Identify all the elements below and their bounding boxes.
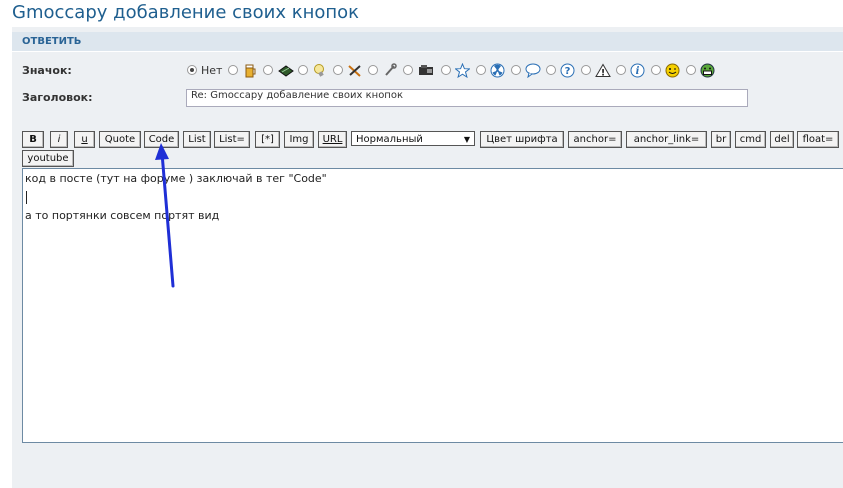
icon-radio-grin[interactable] — [686, 65, 697, 75]
quote-button[interactable]: Quote — [99, 131, 141, 148]
text-cursor — [26, 191, 27, 204]
wink-smiley-icon[interactable] — [665, 63, 680, 78]
bulb-icon[interactable] — [312, 63, 327, 78]
svg-text:!: ! — [601, 68, 605, 78]
subject-value: Re: Gmoccapy добавление своих кнопок — [191, 90, 404, 101]
icon-radio-radioactive[interactable] — [476, 65, 487, 75]
page-title: Gmoccapy добавление своих кнопок — [12, 2, 360, 23]
icon-radio-tools[interactable] — [333, 65, 344, 75]
bold-button[interactable]: B — [22, 131, 44, 148]
icon-radio-wrench[interactable] — [368, 65, 379, 75]
float-button[interactable]: float= — [797, 131, 839, 148]
icon-radio-none[interactable] — [187, 65, 197, 75]
message-line-2: а то портянки совсем портят вид — [25, 209, 220, 222]
reply-panel: ОТВЕТИТЬ Значок: Нет ? ! i Заголовок: Re… — [12, 27, 843, 488]
radioactive-icon[interactable] — [490, 63, 505, 78]
icon-none-label: Нет — [201, 63, 223, 77]
icon-radio-speech[interactable] — [511, 65, 522, 75]
anchor-link-button[interactable]: anchor_link= — [626, 131, 707, 148]
svg-text:?: ? — [565, 66, 571, 77]
wrench-icon[interactable] — [382, 62, 397, 78]
machine-icon[interactable] — [417, 63, 435, 78]
grin-smiley-icon[interactable] — [700, 63, 715, 78]
svg-text:i: i — [636, 66, 640, 77]
font-size-select-value: Нормальный — [356, 134, 423, 145]
icon-radio-chip[interactable] — [263, 65, 274, 75]
list-button[interactable]: List — [183, 131, 211, 148]
anchor-button[interactable]: anchor= — [568, 131, 622, 148]
underline-button[interactable]: u — [74, 131, 95, 148]
icon-label: Значок: — [22, 64, 72, 77]
youtube-button[interactable]: youtube — [22, 150, 74, 167]
beer-icon[interactable] — [242, 63, 257, 78]
code-button[interactable]: Code — [144, 131, 179, 148]
italic-button[interactable]: i — [50, 131, 68, 148]
subject-label: Заголовок: — [22, 91, 93, 104]
question-icon[interactable]: ? — [560, 63, 575, 78]
list-item-button[interactable]: [*] — [255, 131, 280, 148]
img-button[interactable]: Img — [284, 131, 314, 148]
tools-icon[interactable] — [347, 63, 362, 78]
icon-radio-beer[interactable] — [228, 65, 239, 75]
font-color-button[interactable]: Цвет шрифта — [480, 131, 564, 148]
reply-header: ОТВЕТИТЬ — [12, 32, 843, 52]
icon-picker: Нет ? ! i — [187, 61, 721, 79]
icon-radio-wink[interactable] — [651, 65, 662, 75]
warning-icon[interactable]: ! — [595, 63, 612, 78]
reply-header-label: ОТВЕТИТЬ — [22, 36, 82, 47]
icon-radio-info[interactable] — [616, 65, 627, 75]
icon-radio-warning[interactable] — [581, 65, 592, 75]
cmd-button[interactable]: cmd — [735, 131, 766, 148]
list-numbered-button[interactable]: List= — [214, 131, 250, 148]
icon-radio-question[interactable] — [546, 65, 557, 75]
message-line-1: код в посте (тут на форуме ) заключай в … — [25, 172, 327, 185]
chip-icon[interactable] — [277, 63, 295, 78]
icon-radio-star[interactable] — [441, 65, 452, 75]
message-textarea[interactable]: код в посте (тут на форуме ) заключай в … — [22, 168, 843, 443]
del-button[interactable]: del — [770, 131, 794, 148]
select-caret-icon: ▼ — [463, 135, 470, 144]
font-size-select[interactable]: Нормальный ▼ — [351, 131, 475, 146]
info-icon[interactable]: i — [630, 63, 645, 78]
star-icon[interactable] — [454, 62, 472, 78]
speech-bubble-icon[interactable] — [525, 63, 541, 78]
url-button[interactable]: URL — [318, 131, 347, 148]
subject-input[interactable]: Re: Gmoccapy добавление своих кнопок — [186, 89, 748, 107]
br-button[interactable]: br — [711, 131, 731, 148]
icon-radio-machine[interactable] — [403, 65, 414, 75]
icon-radio-bulb[interactable] — [298, 65, 309, 75]
